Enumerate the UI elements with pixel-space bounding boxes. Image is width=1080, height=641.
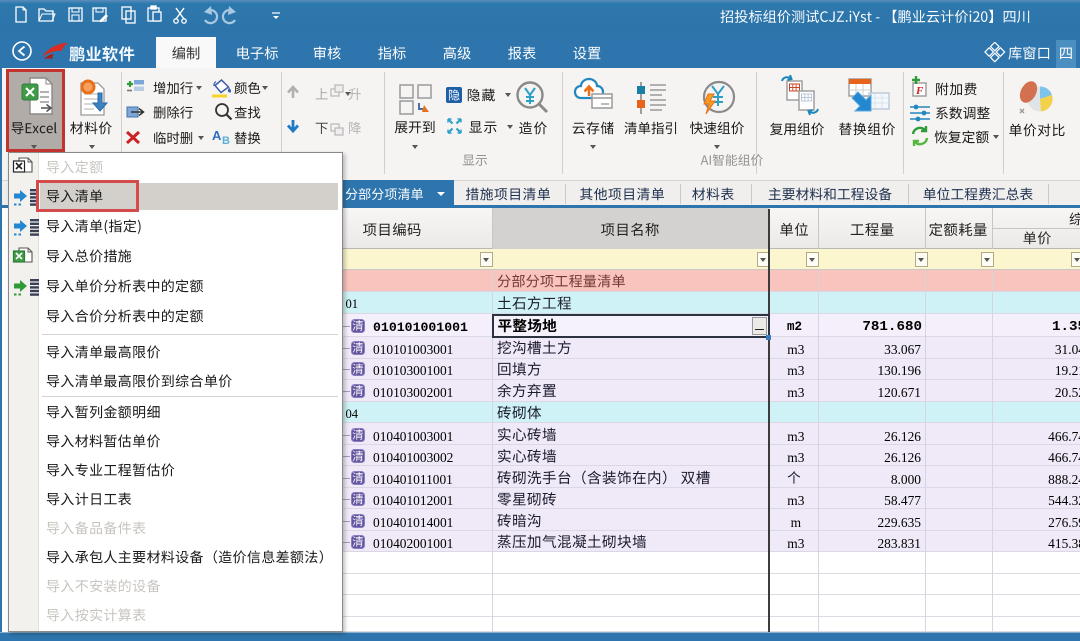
- svg-text:B: B: [222, 135, 230, 147]
- svg-text:A: A: [212, 128, 222, 143]
- svg-text:F: F: [915, 85, 924, 97]
